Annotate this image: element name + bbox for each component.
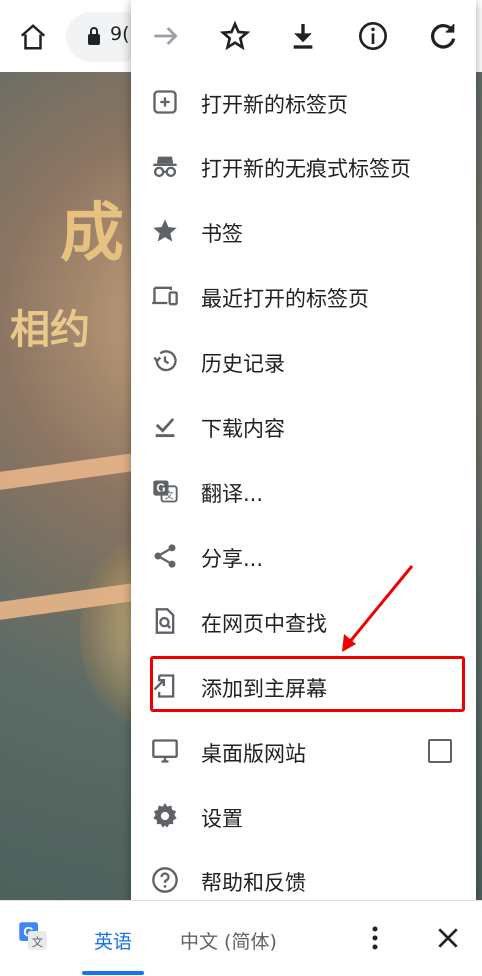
menu-item-label: 翻译... (201, 482, 264, 506)
help-icon (152, 867, 178, 893)
google-translate-icon: G 文 (19, 922, 47, 950)
menu-item-label: 历史记录 (201, 352, 285, 376)
menu-item-label: 在网页中查找 (201, 612, 327, 636)
url-text: 9( (110, 23, 130, 45)
svg-text:文: 文 (32, 935, 43, 949)
menu-item-recent-tabs[interactable]: 最近打开的标签页 (131, 266, 476, 326)
menu-item-label: 最近打开的标签页 (201, 287, 369, 311)
title-calligraphy: 成 (60, 196, 124, 271)
subtitle-calligraphy: 相约 (10, 306, 90, 353)
menu-item-downloads[interactable]: 下载内容 (131, 396, 476, 456)
find-in-page-icon (155, 608, 175, 634)
info-icon[interactable] (357, 20, 389, 52)
more-vert-icon[interactable] (365, 923, 385, 953)
lock-icon (88, 27, 100, 45)
menu-item-label: 书签 (201, 222, 243, 246)
selected-tab-indicator (82, 971, 144, 975)
menu-item-history[interactable]: 历史记录 (131, 331, 476, 391)
menu-item-bookmarks[interactable]: 书签 (131, 201, 476, 261)
decor-stripe (0, 452, 140, 490)
overflow-menu: 打开新的标签页 打开新的无痕式标签页 书签 最近打开的标签页 历史记录 下载内容… (131, 0, 476, 910)
forward-icon[interactable] (149, 20, 181, 52)
menu-item-find-in-page[interactable]: 在网页中查找 (131, 591, 476, 651)
star-icon[interactable] (219, 20, 251, 52)
share-icon (154, 544, 176, 568)
menu-item-label: 桌面版网站 (201, 742, 306, 766)
refresh-icon[interactable] (427, 20, 459, 52)
new-tab-icon (153, 90, 177, 114)
menu-action-row (131, 0, 476, 72)
translate-bar: G 文 英语 中文 (简体) (0, 900, 482, 976)
menu-item-new-tab[interactable]: 打开新的标签页 (131, 72, 476, 132)
menu-item-settings[interactable]: 设置 (131, 786, 476, 846)
menu-item-translate[interactable]: G 文 翻译... (131, 461, 476, 521)
menu-item-share[interactable]: 分享... (131, 526, 476, 586)
desktop-icon (152, 739, 178, 763)
bookmark-star-icon (153, 219, 177, 242)
gear-icon (153, 803, 177, 828)
incognito-icon (153, 156, 177, 178)
download-icon[interactable] (287, 20, 319, 52)
desktop-site-checkbox[interactable] (428, 739, 452, 763)
annotation-arrow (342, 565, 414, 652)
annotation-highlight-box (150, 656, 465, 712)
menu-item-label: 打开新的标签页 (201, 93, 348, 117)
tab-language-source[interactable]: 英语 (94, 927, 132, 954)
menu-item-label: 分享... (201, 547, 264, 571)
menu-item-label: 帮助和反馈 (201, 871, 306, 895)
close-icon[interactable] (435, 925, 461, 951)
menu-item-label: 设置 (201, 807, 243, 831)
download-done-icon (155, 418, 175, 438)
home-icon[interactable] (18, 22, 48, 52)
tab-language-target[interactable]: 中文 (简体) (180, 927, 277, 954)
menu-item-label: 打开新的无痕式标签页 (201, 157, 411, 181)
menu-item-incognito[interactable]: 打开新的无痕式标签页 (131, 136, 476, 196)
svg-text:文: 文 (164, 490, 173, 501)
devices-icon (152, 286, 178, 306)
translate-icon: G 文 (153, 480, 178, 503)
history-icon (153, 350, 177, 372)
menu-item-label: 下载内容 (201, 417, 285, 441)
menu-item-desktop-site[interactable]: 桌面版网站 (131, 721, 476, 781)
